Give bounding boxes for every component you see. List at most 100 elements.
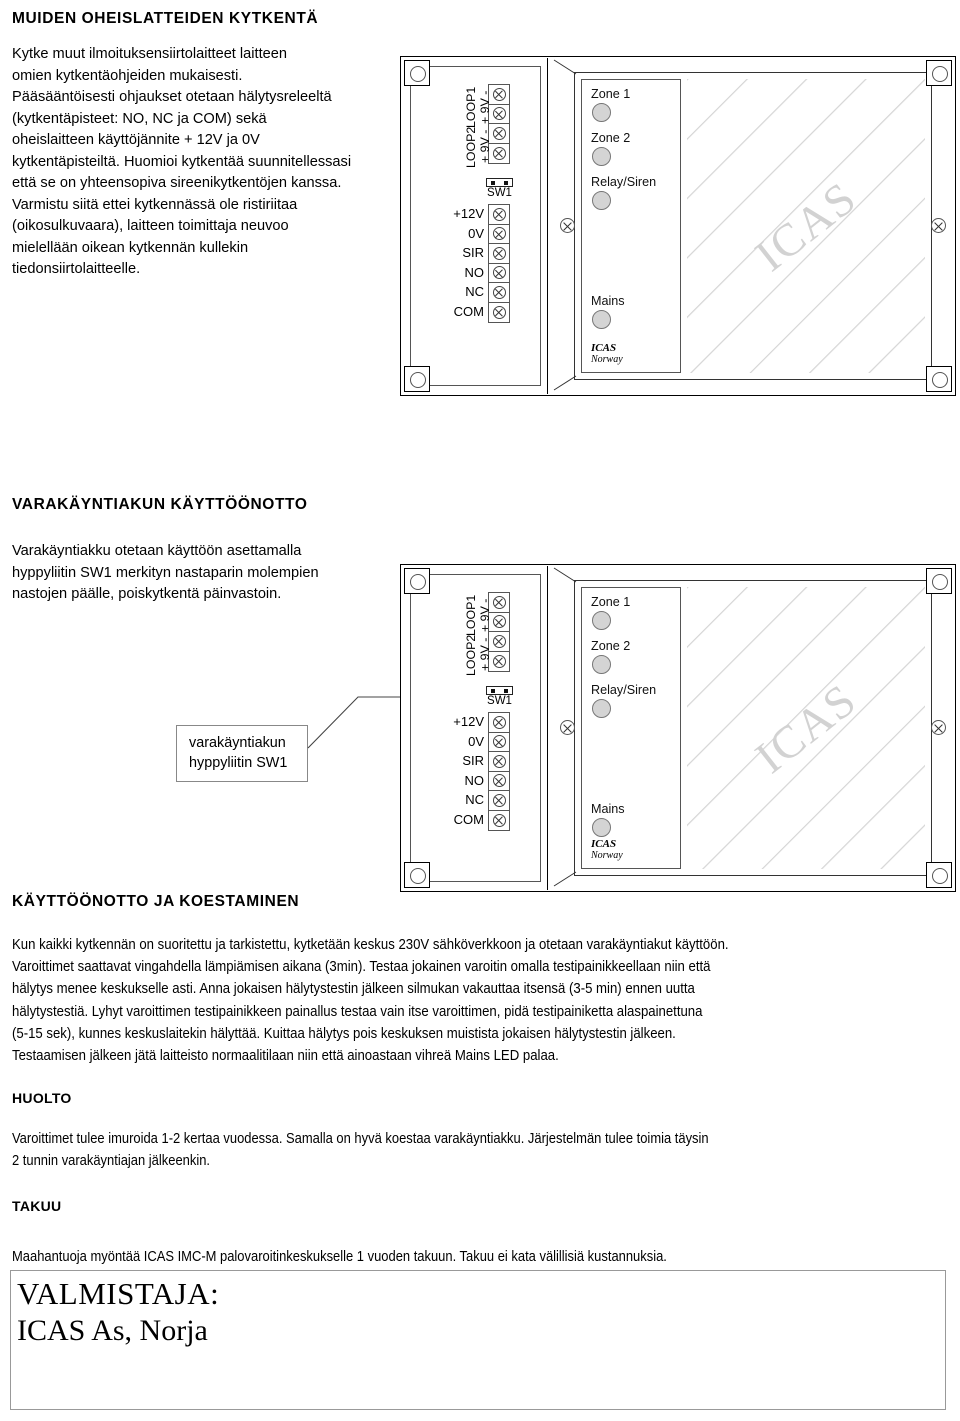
text-line: tiedonsiirtolaitteelle.: [12, 261, 141, 277]
text-line: 2 tunnin varakäyntiajan jälkeenkin.: [12, 1153, 210, 1170]
io-terminal-block[interactable]: [488, 712, 510, 831]
heading-warranty: TAKUU: [12, 1198, 62, 1214]
terminal-screw-cell[interactable]: [489, 303, 509, 323]
text-line: nastojen päälle, poiskytkentä päinvastoi…: [12, 586, 282, 602]
lid-screw-right-icon: [931, 720, 946, 735]
text-line: hälytystestiä. Lyhyt varoittimen testipa…: [12, 1003, 703, 1020]
loop-name-label: LOOP1: [464, 86, 478, 128]
jumper-sw1[interactable]: SW1: [486, 686, 513, 707]
terminal-screw-icon: [492, 246, 506, 260]
jumper-pin: [503, 688, 508, 693]
mounting-tab-screw-hole: [404, 568, 430, 594]
terminal-screw-cell[interactable]: [489, 811, 509, 831]
terminal-label: NO: [464, 772, 485, 788]
control-panel-diagram-top: + 9V - + 9V - LOOP1 LOOP2 SW1 +12V 0V SIR NO NC CO…: [400, 56, 956, 396]
brand-country: Norway: [591, 850, 623, 861]
terminal-label: COM: [453, 811, 484, 827]
text-line: oheislaitteen käyttöjännite + 12V ja 0V: [12, 132, 260, 148]
brand-country: Norway: [591, 354, 623, 365]
heading-peripherals: MUIDEN OHEISLATTEIDEN KYTKENTÄ: [12, 10, 319, 27]
loop-name-label: LOOP1: [464, 594, 478, 636]
terminal-label: NC: [465, 284, 484, 299]
led-label: Relay/Siren: [591, 175, 657, 189]
text-line: Pääsääntöisesti ohjaukset otetaan hälyty…: [12, 89, 332, 105]
led-label: Zone 1: [591, 87, 631, 101]
brand-mark: ICAS Norway: [591, 342, 623, 366]
led-indicator: [592, 310, 611, 329]
text-line: mielellään oikean kytkennän kullekin: [12, 239, 249, 256]
mounting-tab-screw-hole: [404, 366, 430, 392]
led-label: Zone 1: [591, 595, 631, 609]
terminal-screw-icon: [492, 774, 506, 788]
terminal-screw-cell[interactable]: [489, 713, 509, 733]
paragraph-peripherals: Kytke muut ilmoituksensiirtolaitteet lai…: [12, 44, 412, 281]
mounting-tab-screw-hole: [926, 60, 952, 86]
terminal-screw-cell[interactable]: [489, 283, 509, 303]
terminal-label: SIR: [462, 753, 484, 768]
brand-name: ICAS: [591, 342, 617, 354]
terminal-screw-cell[interactable]: [489, 733, 509, 752]
terminal-screw-cell[interactable]: [489, 791, 509, 811]
heading-commissioning: KÄYTTÖÖNOTTO JA KOESTAMINEN: [12, 893, 300, 910]
terminal-screw-cell[interactable]: [489, 205, 509, 225]
led-indicator: [592, 818, 611, 837]
led-label: Mains: [591, 802, 625, 816]
terminal-screw-icon: [492, 227, 506, 241]
text-line: kytkentäpisteiltä. Huomioi kytkentää suu…: [12, 153, 352, 170]
jumper-sw1[interactable]: SW1: [486, 178, 513, 199]
text-line: (kytkentäpisteet: NO, NC ja COM) sekä: [12, 110, 267, 127]
text-line: hälytys menee keskukselle asti. Anna jok…: [12, 981, 695, 998]
loop-voltage-label: + 9V -: [478, 598, 492, 632]
led-indicator: [592, 103, 611, 122]
terminal-screw-icon: [492, 305, 506, 319]
terminal-label: COM: [453, 303, 484, 319]
io-terminal-block[interactable]: [488, 204, 510, 323]
lid-hatch-pattern: ICAS: [687, 587, 925, 869]
document-page: MUIDEN OHEISLATTEIDEN KYTKENTÄ Kytke muu…: [0, 0, 960, 1421]
terminal-label: NO: [464, 264, 485, 280]
terminal-label: +12V: [453, 714, 484, 729]
control-panel-diagram-bottom: + 9V - + 9V - LOOP1 LOOP2 SW1 +12V 0V SIR NO NC CO…: [400, 564, 956, 892]
led-label: Mains: [591, 294, 625, 308]
terminal-compartment: + 9V - + 9V - LOOP1 LOOP2 SW1 +12V 0V SIR NO NC CO…: [402, 58, 548, 394]
panel-lid: ICAS Zone 1 Zone 2 Relay/Siren Mains ICAS Norw…: [552, 566, 954, 890]
heading-maintenance: HUOLTO: [12, 1090, 72, 1106]
paragraph-battery: Varakäyntiakku otetaan käyttöön asettama…: [12, 541, 412, 606]
callout-line: varakäyntiakun: [189, 735, 286, 751]
paragraph-maintenance: Varoittimet tulee imuroida 1-2 kertaa vu…: [12, 1128, 956, 1173]
lid-screw-right-icon: [931, 218, 946, 233]
terminal-screw-icon: [492, 207, 506, 221]
loop-name-label: LOOP2: [464, 634, 478, 676]
paragraph-warranty: Maahantuoja myöntää ICAS IMC-M palovaroi…: [12, 1246, 956, 1268]
callout-line: hyppyliitin SW1: [189, 755, 288, 771]
loop-voltage-label: + 9V -: [478, 637, 492, 671]
led-indicator: [592, 147, 611, 166]
terminal-compartment: + 9V - + 9V - LOOP1 LOOP2 SW1 +12V 0V SIR NO NC CO…: [402, 566, 548, 890]
terminal-screw-cell[interactable]: [489, 244, 509, 264]
jumper-pin-header-icon: [486, 686, 513, 695]
led-label: Relay/Siren: [591, 683, 657, 697]
jumper-pin-header-icon: [486, 178, 513, 187]
terminal-screw-icon: [492, 793, 506, 807]
text-line: (5-15 sek), kunnes keskuslaitekin hälytt…: [12, 1025, 676, 1042]
jumper-sw1-label: SW1: [487, 695, 512, 707]
terminal-screw-cell[interactable]: [489, 225, 509, 244]
text-line: että se on yhteensopiva sireenikytkentöj…: [12, 175, 342, 191]
manufacturer-name: ICAS As, Norja: [17, 1314, 208, 1347]
led-indicator: [592, 699, 611, 718]
led-label: Zone 2: [591, 131, 631, 145]
terminal-screw-cell[interactable]: [489, 752, 509, 772]
terminal-screw-cell[interactable]: [489, 772, 509, 791]
terminal-screw-icon: [492, 754, 506, 768]
terminal-screw-icon: [492, 715, 506, 729]
terminal-label: 0V: [468, 225, 484, 241]
io-terminal-labels: +12V 0V SIR NO NC COM: [412, 204, 484, 321]
led-indicator: [592, 191, 611, 210]
terminal-screw-icon: [492, 266, 506, 280]
brand-mark: ICAS Norway: [591, 838, 623, 862]
terminal-screw-cell[interactable]: [489, 264, 509, 283]
terminal-label: 0V: [468, 733, 484, 749]
led-label: Zone 2: [591, 639, 631, 653]
jumper-pin: [491, 180, 496, 185]
text-line: Varoittimet tulee imuroida 1-2 kertaa vu…: [12, 1131, 709, 1147]
